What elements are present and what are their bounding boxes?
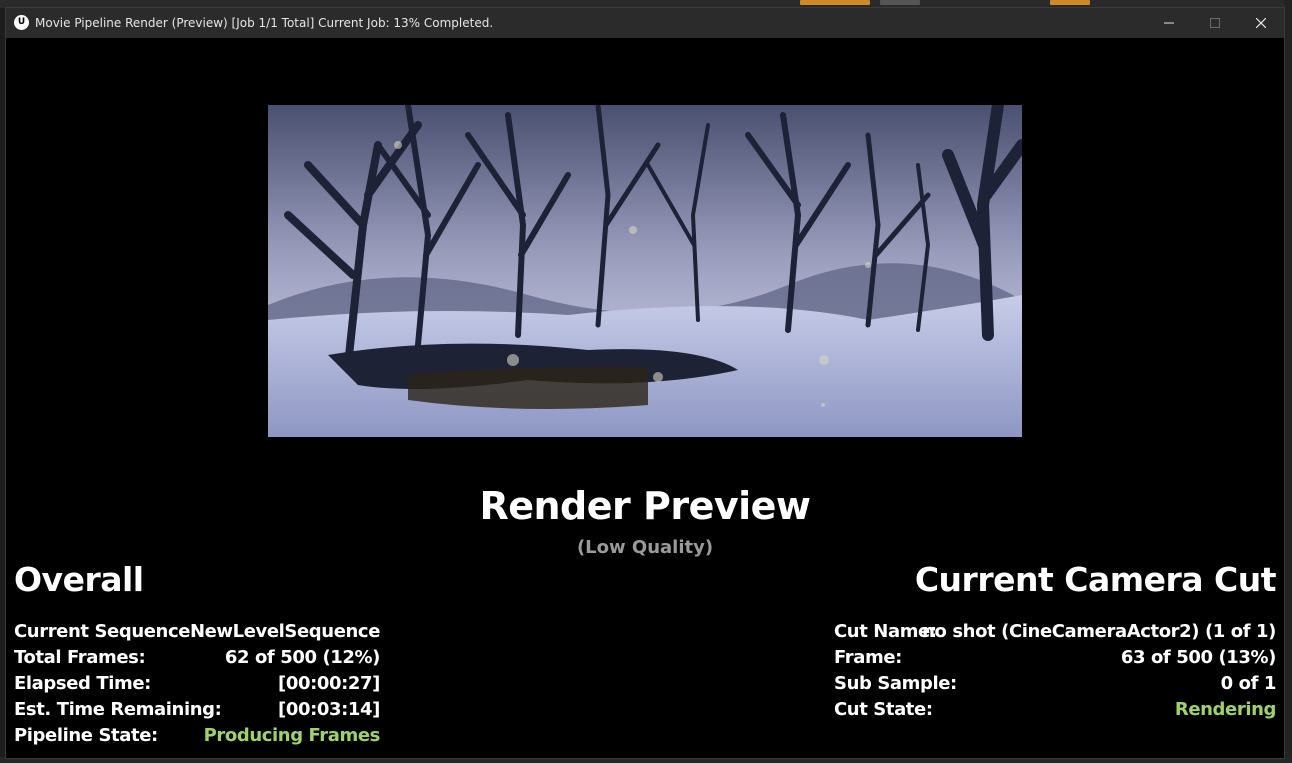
stat-row-elapsed-time: Elapsed Time: [00:00:27] (14, 673, 380, 699)
stat-row-sub-sample: Sub Sample: 0 of 1 (834, 673, 1276, 699)
stat-label: Total Frames: (14, 647, 146, 668)
close-icon (1256, 18, 1266, 28)
camera-cut-stats: Cut Name: no shot (CineCameraActor2) (1 … (834, 621, 1276, 725)
status-value: Producing Frames (203, 725, 381, 746)
stat-row-cut-state: Cut State: Rendering (834, 699, 1276, 725)
stat-value: [00:03:14] (278, 699, 380, 720)
status-value: Rendering (1174, 699, 1277, 720)
stat-label: Cut State: (834, 699, 933, 720)
minimize-button[interactable] (1146, 8, 1192, 38)
window-title: Movie Pipeline Render (Preview) [Job 1/1… (35, 16, 494, 30)
render-preview-image (268, 105, 1022, 437)
stat-row-frame: Frame: 63 of 500 (13%) (834, 647, 1276, 673)
unreal-logo-icon: U (14, 15, 29, 30)
stat-label: Est. Time Remaining: (14, 699, 222, 720)
stat-row-current-sequence: Current Sequence: NewLevelSequence (14, 621, 380, 647)
stat-row-pipeline-state: Pipeline State: Producing Frames (14, 725, 380, 751)
stat-label: Pipeline State: (14, 725, 158, 746)
render-preview-window: U Movie Pipeline Render (Preview) [Job 1… (5, 7, 1285, 759)
stat-value: 0 of 1 (1220, 673, 1277, 694)
close-button[interactable] (1238, 8, 1284, 38)
stat-value: 63 of 500 (13%) (1120, 647, 1277, 668)
preview-heading: Render Preview (479, 484, 811, 528)
background-editor-panel (1284, 0, 1292, 763)
camera-cut-title: Current Camera Cut (914, 560, 1277, 599)
stat-value: NewLevelSequence (189, 621, 380, 642)
minimize-icon (1164, 22, 1174, 24)
stat-value: [00:00:27] (278, 673, 380, 694)
stat-row-time-remaining: Est. Time Remaining: [00:03:14] (14, 699, 380, 725)
overall-stats: Current Sequence: NewLevelSequence Total… (14, 621, 380, 751)
maximize-icon (1210, 18, 1220, 28)
stat-label: Sub Sample: (834, 673, 957, 694)
stat-row-total-frames: Total Frames: 62 of 500 (12%) (14, 647, 380, 673)
stat-label: Elapsed Time: (14, 673, 151, 694)
stat-label: Frame: (834, 647, 902, 668)
stat-value: no shot (CineCameraActor2) (1 of 1) (922, 621, 1276, 642)
preview-subheading: (Low Quality) (576, 537, 714, 558)
stat-label: Current Sequence: (14, 621, 197, 642)
maximize-button[interactable] (1192, 8, 1238, 38)
stat-row-cut-name: Cut Name: no shot (CineCameraActor2) (1 … (834, 621, 1276, 647)
title-bar[interactable]: U Movie Pipeline Render (Preview) [Job 1… (6, 8, 1284, 38)
stat-value: 62 of 500 (12%) (224, 647, 381, 668)
overall-title: Overall (14, 560, 144, 599)
